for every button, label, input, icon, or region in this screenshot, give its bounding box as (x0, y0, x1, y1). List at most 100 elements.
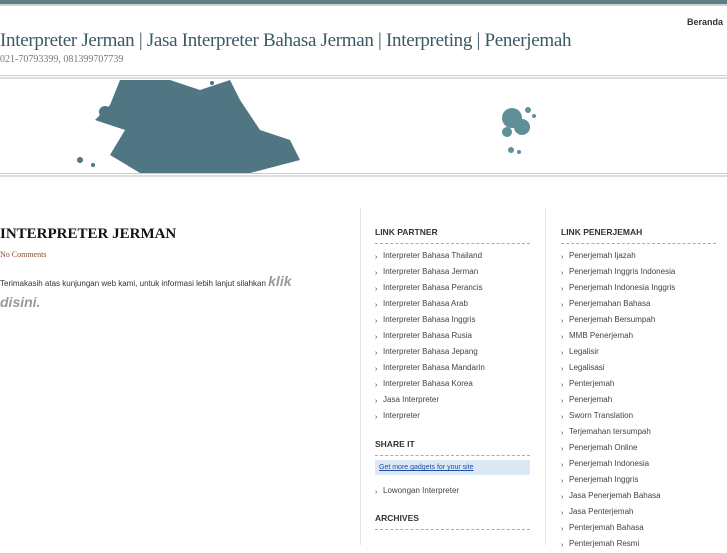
sidebar-link-label: Interpreter Bahasa Arab (383, 299, 468, 308)
sidebar-right: LINK PENERJEMAH › Penerjemah Ijazah › Pener… (561, 227, 716, 552)
sidebar-link[interactable]: › Penerjemah (561, 392, 716, 408)
sidebar-link-label: Interpreter Bahasa Jepang (383, 347, 478, 356)
post-title[interactable]: INTERPRETER JERMAN (0, 226, 176, 243)
sidebar-link-label: Legalisir (569, 347, 599, 356)
sidebar-link-label: Penterjemah Resmi (569, 539, 640, 548)
sidebar-link[interactable]: › Interpreter Bahasa Jerman (375, 264, 530, 280)
share-heading: SHARE IT (375, 439, 530, 456)
arrow-icon: › (375, 397, 378, 405)
sidebar-link[interactable]: › Interpreter Bahasa Arab (375, 296, 530, 312)
arrow-icon: › (375, 253, 378, 261)
sidebar-link[interactable]: › Penterjemah Resmi (561, 536, 716, 552)
arrow-icon: › (561, 429, 564, 437)
arrow-icon: › (561, 317, 564, 325)
sidebar-link-label: Penerjemah Inggris (569, 475, 639, 484)
sidebar-link-label: Sworn Translation (569, 411, 634, 420)
divider (0, 173, 727, 177)
sidebar-link[interactable]: › Legalisasi (561, 360, 716, 376)
arrow-icon: › (561, 269, 564, 277)
arrow-icon: › (561, 301, 564, 309)
sidebar-link[interactable]: › Penerjemah Ijazah (561, 248, 716, 264)
sidebar-link-label: Penerjemah Indonesia (569, 459, 650, 468)
sidebar-link[interactable]: › Penerjemah Bersumpah (561, 312, 716, 328)
comments-link[interactable]: No Comments (0, 250, 46, 259)
arrow-icon: › (561, 413, 564, 421)
sidebar-link-label: Interpreter Bahasa Rusia (383, 331, 472, 340)
sidebar-link[interactable]: › Penerjemahan Bahasa (561, 296, 716, 312)
arrow-icon: › (561, 525, 564, 533)
sidebar-link[interactable]: › Lowongan Interpreter (375, 483, 530, 499)
column-divider (545, 208, 546, 545)
sidebar-link-label: Lowongan Interpreter (383, 486, 460, 495)
sidebar-link[interactable]: › Terjemahan tersumpah (561, 424, 716, 440)
arrow-icon: › (375, 413, 378, 421)
arrow-icon: › (375, 301, 378, 309)
sidebar-link[interactable]: › Penerjemah Indonesia Inggris (561, 280, 716, 296)
site-tagline: 021-70793399, 081399707739 (0, 54, 124, 65)
sidebar-link[interactable]: › Interpreter (375, 408, 530, 424)
nav-home-link[interactable]: Beranda (687, 17, 723, 27)
arrow-icon: › (561, 349, 564, 357)
sidebar-left: LINK PARTNER › Interpreter Bahasa Thailan… (375, 227, 530, 534)
sidebar-link-label: Penerjemah (569, 395, 613, 404)
sidebar-link[interactable]: › Penerjemah Inggris Indonesia (561, 264, 716, 280)
sidebar-link[interactable]: › Penerjemah Inggris (561, 472, 716, 488)
arrow-icon: › (375, 285, 378, 293)
sidebar-link[interactable]: › Interpreter Bahasa Rusia (375, 328, 530, 344)
post-body-text: Terimakasih atas kunjungan web kami, unt… (0, 279, 269, 288)
arrow-icon: › (561, 333, 564, 341)
arrow-icon: › (375, 365, 378, 373)
sidebar-link-label: Penerjemah Online (569, 443, 638, 452)
arrow-icon: › (375, 381, 378, 389)
arrow-icon: › (561, 365, 564, 373)
sidebar-link-label: Terjemahan tersumpah (569, 427, 651, 436)
link-penerjemah-heading: LINK PENERJEMAH (561, 227, 716, 244)
arrow-icon: › (561, 461, 564, 469)
arrow-icon: › (561, 493, 564, 501)
sidebar-link-label: Interpreter (383, 411, 420, 420)
sidebar-link[interactable]: › Interpreter Bahasa Jepang (375, 344, 530, 360)
sidebar-link[interactable]: › Interpreter Bahasa Korea (375, 376, 530, 392)
link-partner-heading: LINK PARTNER (375, 227, 530, 244)
sidebar-link-label: Interpreter Bahasa Jerman (383, 267, 479, 276)
arrow-icon: › (375, 488, 378, 496)
archives-heading: ARCHIVES (375, 513, 530, 530)
sidebar-link-label: Penerjemah Inggris Indonesia (569, 267, 676, 276)
sidebar-link[interactable]: › MMB Penerjemah (561, 328, 716, 344)
sidebar-link[interactable]: › Penterjemah (561, 376, 716, 392)
arrow-icon: › (375, 349, 378, 357)
sidebar-link[interactable]: › Legalisir (561, 344, 716, 360)
gadget-box: Get more gadgets for your site (375, 460, 530, 475)
sidebar-link-label: Penterjemah Bahasa (569, 523, 644, 532)
sidebar-link[interactable]: › Interpreter Bahasa Thailand (375, 248, 530, 264)
sidebar-link-label: Jasa Penerjemah Bahasa (569, 491, 661, 500)
sidebar-link[interactable]: › Interpreter Bahasa Inggris (375, 312, 530, 328)
sidebar-link-label: Interpreter Bahasa Perancis (383, 283, 483, 292)
sidebar-link-label: Penerjemah Ijazah (569, 251, 636, 260)
sidebar-link[interactable]: › Interpreter Bahasa Perancis (375, 280, 530, 296)
sidebar-link[interactable]: › Sworn Translation (561, 408, 716, 424)
arrow-icon: › (561, 509, 564, 517)
arrow-icon: › (561, 477, 564, 485)
sidebar-link[interactable]: › Penerjemah Online (561, 440, 716, 456)
sidebar-link[interactable]: › Jasa Interpreter (375, 392, 530, 408)
arrow-icon: › (561, 253, 564, 261)
sidebar-link-label: Jasa Penterjemah (569, 507, 634, 516)
sidebar-link[interactable]: › Jasa Penterjemah (561, 504, 716, 520)
sidebar-link-label: Penerjemah Indonesia Inggris (569, 283, 676, 292)
sidebar-link-label: Legalisasi (569, 363, 605, 372)
sidebar-link[interactable]: › Interpreter Bahasa Mandarin (375, 360, 530, 376)
gadgets-link[interactable]: Get more gadgets for your site (379, 464, 474, 471)
site-title[interactable]: Interpreter Jerman | Jasa Interpreter Ba… (0, 30, 571, 52)
banner-image (77, 80, 536, 173)
sidebar-link[interactable]: › Penterjemah Bahasa (561, 520, 716, 536)
sidebar-link[interactable]: › Jasa Penerjemah Bahasa (561, 488, 716, 504)
sidebar-link[interactable]: › Penerjemah Indonesia (561, 456, 716, 472)
arrow-icon: › (561, 445, 564, 453)
arrow-icon: › (375, 269, 378, 277)
arrow-icon: › (561, 541, 564, 549)
sidebar-link-label: Penerjemah Bersumpah (569, 315, 656, 324)
post-body: Terimakasih atas kunjungan web kami, unt… (0, 272, 315, 314)
arrow-icon: › (375, 317, 378, 325)
column-divider (360, 208, 361, 545)
